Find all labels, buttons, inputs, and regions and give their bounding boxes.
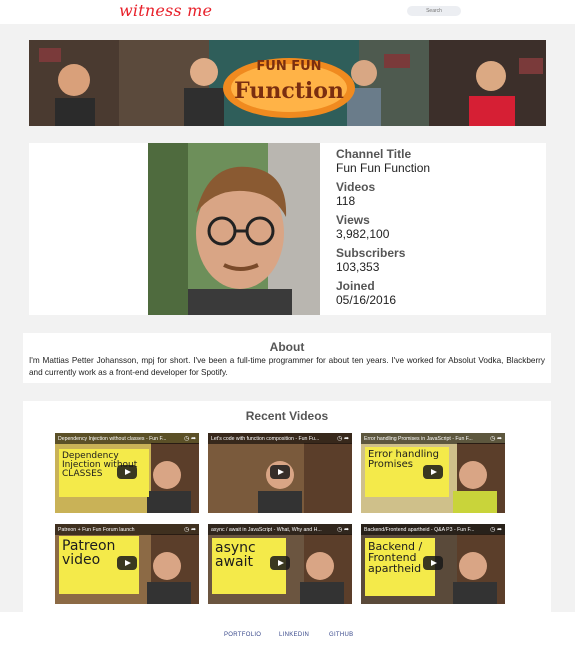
footer-link-github[interactable]: GITHUB (329, 632, 353, 638)
play-button-icon[interactable] (423, 465, 443, 479)
top-nav: witness me (0, 0, 575, 24)
video-thumbnail[interactable]: async / await in JavaScript - What, Why … (208, 524, 352, 604)
channel-banner: FUN FUN Function (29, 40, 546, 126)
video-share-icon[interactable]: ◷ ➦ (337, 526, 349, 533)
site-logo[interactable]: witness me (119, 1, 212, 20)
views-label: Views (336, 213, 370, 227)
footer-link-linkedin[interactable]: LINKEDIN (279, 632, 309, 638)
about-heading: About (269, 340, 305, 354)
play-button-icon[interactable] (117, 465, 137, 479)
video-thumbnail[interactable]: Error handling Promises in JavaScript - … (361, 433, 505, 513)
video-title[interactable]: Dependency Injection without classes - F… (58, 436, 174, 442)
play-button-icon[interactable] (270, 465, 290, 479)
video-title[interactable]: async / await in JavaScript - What, Why … (211, 527, 327, 533)
footer: PORTFOLIO LINKEDIN GITHUB (0, 612, 575, 662)
video-share-icon[interactable]: ◷ ➦ (184, 526, 196, 533)
video-share-icon[interactable]: ◷ ➦ (184, 435, 196, 442)
recent-videos-heading: Recent Videos (245, 409, 329, 423)
play-button-icon[interactable] (423, 556, 443, 570)
channel-title-value: Fun Fun Function (336, 161, 431, 175)
play-button-icon[interactable] (270, 556, 290, 570)
views-value: 3,982,100 (336, 227, 390, 241)
channel-stats: Channel Title Fun Fun Function Videos 11… (336, 148, 536, 313)
videos-value: 118 (336, 194, 356, 208)
channel-title-label: Channel Title (336, 147, 412, 161)
video-share-icon[interactable]: ◷ ➦ (337, 435, 349, 442)
about-card: About I'm Mattias Petter Johansson, mpj … (23, 333, 551, 383)
joined-label: Joined (336, 279, 375, 293)
video-title[interactable]: Backend/Frontend apartheid - Q&A P3 - Fu… (364, 527, 480, 533)
footer-link-portfolio[interactable]: PORTFOLIO (224, 632, 261, 638)
about-text: I'm Mattias Petter Johansson, mpj for sh… (29, 356, 545, 377)
subscribers-value: 103,353 (336, 260, 380, 274)
channel-avatar (148, 143, 320, 315)
videos-label: Videos (336, 180, 376, 194)
video-title[interactable]: Patreon + Fun Fun Forum launch (58, 527, 174, 533)
video-share-icon[interactable]: ◷ ➦ (490, 435, 502, 442)
video-title[interactable]: Let's code with function composition - F… (211, 436, 327, 442)
video-share-icon[interactable]: ◷ ➦ (490, 526, 502, 533)
banner-logo-main: Function (234, 78, 344, 104)
joined-value: 05/16/2016 (336, 293, 397, 307)
video-thumbnail[interactable]: Backend/Frontend apartheid - Q&A P3 - Fu… (361, 524, 505, 604)
video-title[interactable]: Error handling Promises in JavaScript - … (364, 436, 480, 442)
play-button-icon[interactable] (117, 556, 137, 570)
subscribers-label: Subscribers (336, 246, 406, 260)
video-thumbnail[interactable]: Patreon + Fun Fun Forum launch ◷ ➦ Patreon… (55, 524, 199, 604)
search-input[interactable] (407, 6, 461, 16)
video-thumbnail[interactable]: Let's code with function composition - F… (208, 433, 352, 513)
video-thumbnail[interactable]: Dependency Injection without classes - F… (55, 433, 199, 513)
banner-logo-top: FUN FUN (256, 59, 321, 74)
